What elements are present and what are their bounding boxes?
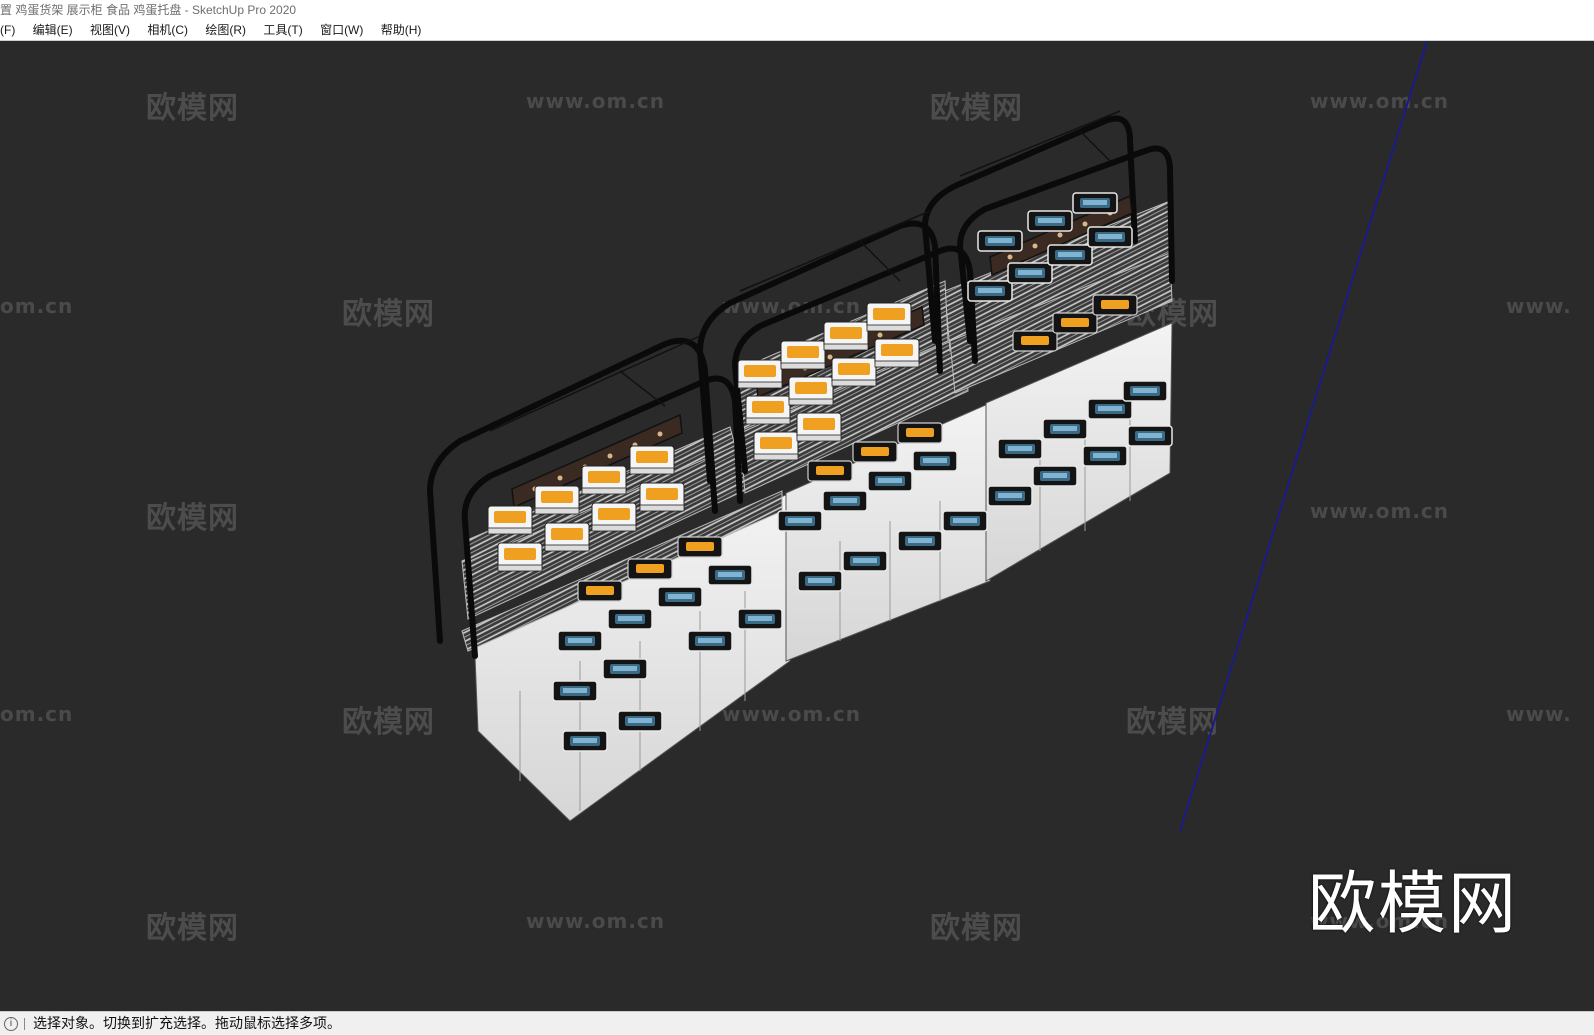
blue-axis-line — [1179, 41, 1428, 832]
menu-window[interactable]: 窗口(W) — [320, 20, 363, 41]
menu-view[interactable]: 视图(V) — [90, 20, 130, 41]
3d-viewport[interactable]: 欧模网 www.om.cn 欧模网 www.om.cn om.cn 欧模网 ww… — [0, 41, 1594, 1011]
menu-edit[interactable]: 编辑(E) — [33, 20, 73, 41]
menu-help[interactable]: 帮助(H) — [381, 20, 422, 41]
sketchup-window: 置 鸡蛋货架 展示柜 食品 鸡蛋托盘 - SketchUp Pro 2020 (… — [0, 0, 1594, 1035]
menu-file[interactable]: (F) — [0, 20, 15, 41]
status-text: 选择对象。切换到扩充选择。拖动鼠标选择多项。 — [33, 1015, 341, 1031]
menu-tools[interactable]: 工具(T) — [263, 20, 302, 41]
status-bar: i 选择对象。切换到扩充选择。拖动鼠标选择多项。 — [0, 1011, 1594, 1035]
window-title: 置 鸡蛋货架 展示柜 食品 鸡蛋托盘 - SketchUp Pro 2020 — [0, 0, 1594, 20]
menu-bar: (F) 编辑(E) 视图(V) 相机(C) 绘图(R) 工具(T) 窗口(W) … — [0, 20, 1594, 41]
info-icon[interactable]: i — [4, 1017, 18, 1032]
status-divider — [24, 1018, 25, 1031]
corner-logo: 欧模网 — [1308, 865, 1519, 944]
menu-camera[interactable]: 相机(C) — [147, 20, 188, 41]
menu-draw[interactable]: 绘图(R) — [205, 20, 246, 41]
